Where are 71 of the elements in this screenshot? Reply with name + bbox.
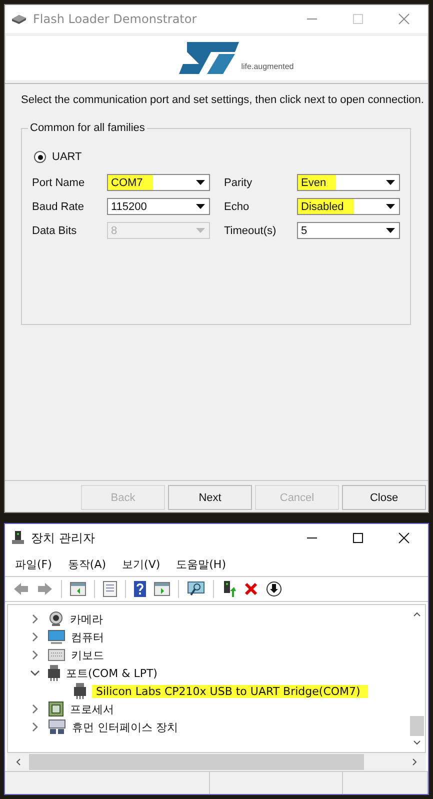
port-icon [48, 665, 60, 681]
scroll-up-icon[interactable] [413, 611, 421, 617]
field-label: Echo [224, 200, 250, 212]
monitor-icon [48, 629, 65, 645]
scroll-left-icon[interactable] [15, 758, 21, 766]
help-icon[interactable] [134, 581, 146, 597]
tree-item[interactable]: 컴퓨터 [71, 630, 104, 644]
logo-icon [179, 40, 240, 76]
tree-item[interactable]: 프로세서 [70, 702, 114, 716]
dropdown-arrow-icon[interactable] [386, 228, 395, 233]
dropdown-arrow-icon[interactable] [386, 180, 395, 185]
horizontal-scrollbar[interactable] [7, 753, 426, 771]
tree-item[interactable]: 카메라 [70, 612, 103, 626]
scroll-right-icon[interactable] [412, 758, 418, 766]
expand-icon[interactable] [30, 614, 40, 624]
menu-item[interactable]: 보기(V) [122, 556, 160, 572]
chip-icon [11, 13, 27, 25]
field-label: Timeout(s) [224, 224, 278, 236]
field-label: Port Name [32, 176, 86, 188]
webcam-icon [48, 611, 64, 627]
maximize-icon[interactable] [352, 532, 364, 544]
instruction-text: Select the communication port and set settings, then click next to open connection. [20, 93, 425, 106]
dropdown-field[interactable]: COM7 [107, 174, 210, 191]
expand-icon[interactable] [30, 704, 40, 714]
logo-tagline: life.augmented [241, 62, 294, 71]
dialog-button[interactable]: Next [168, 485, 252, 510]
tree-item[interactable]: 휴먼 인터페이스 장치 [72, 720, 178, 734]
device-add-icon[interactable] [222, 581, 236, 597]
field-label: Parity [224, 176, 254, 188]
computer-icon [11, 531, 25, 545]
tree-item[interactable]: Silicon Labs CP210x USB to UART Bridge(COM7) [92, 684, 368, 698]
dropdown-field[interactable]: Disabled [297, 198, 400, 215]
radio-label: UART [52, 151, 82, 163]
dropdown-field[interactable]: 115200 [107, 198, 210, 215]
dropdown-arrow-icon[interactable] [196, 204, 205, 209]
processor-icon [48, 701, 64, 717]
back-icon[interactable] [13, 582, 29, 596]
close-icon[interactable] [398, 532, 410, 544]
field-label: Baud Rate [32, 200, 85, 212]
download-icon[interactable] [266, 581, 282, 597]
expand-icon[interactable] [30, 722, 40, 732]
dropdown-field[interactable]: 5 [297, 222, 400, 239]
scrollbar-thumb[interactable] [410, 716, 424, 736]
tree-item[interactable]: 키보드 [71, 648, 104, 662]
delete-icon[interactable] [244, 582, 258, 596]
window-title: Flash Loader Demonstrator [33, 12, 198, 26]
menu-item[interactable]: 파일(F) [15, 556, 52, 572]
radio-button[interactable] [34, 151, 46, 163]
tree-item[interactable]: 포트(COM & LPT) [66, 666, 158, 680]
scroll-down-icon[interactable] [413, 740, 421, 746]
monitor-search-icon[interactable] [187, 581, 205, 597]
dropdown-arrow-icon[interactable] [196, 180, 205, 185]
input-device-icon [48, 719, 66, 735]
properties-icon[interactable] [103, 581, 117, 597]
group-title: Common for all families [28, 122, 147, 134]
dropdown-arrow-icon[interactable] [386, 204, 395, 209]
expand-icon[interactable] [30, 632, 40, 642]
menu-item[interactable]: 도움말(H) [176, 556, 226, 572]
dropdown-field[interactable]: Even [297, 174, 400, 191]
forward-icon[interactable] [37, 582, 53, 596]
expand-icon[interactable] [30, 650, 40, 660]
menu-item[interactable]: 동작(A) [68, 556, 106, 572]
field-label: Data Bits [32, 224, 78, 236]
port-icon [74, 683, 86, 699]
scrollbar-thumb[interactable] [29, 754, 364, 770]
window-title: 장치 관리자 [31, 530, 96, 546]
panel-icon[interactable] [154, 582, 170, 596]
dialog-button[interactable]: Close [342, 485, 426, 510]
collapse-icon[interactable] [30, 668, 40, 678]
keyboard-icon [48, 649, 65, 661]
panel-icon[interactable] [70, 582, 86, 596]
